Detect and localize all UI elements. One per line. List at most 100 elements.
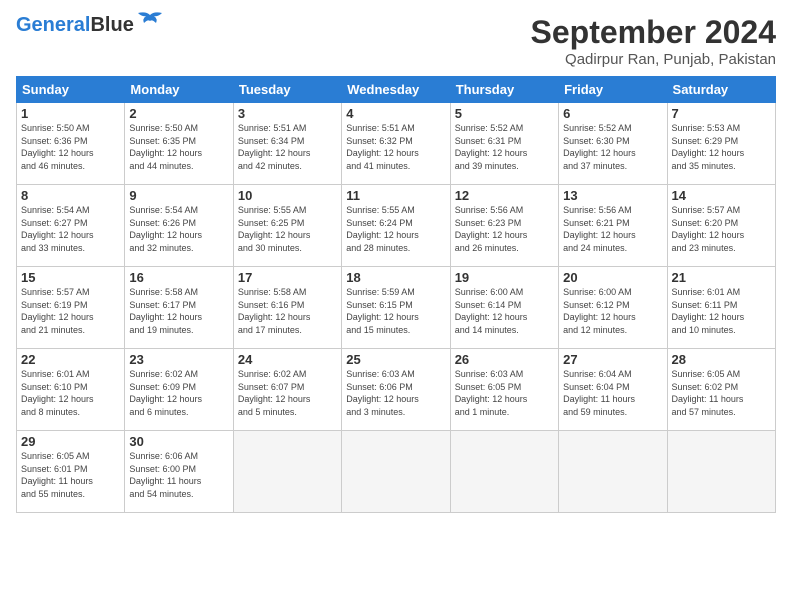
logo-text: GeneralBlue	[16, 14, 134, 37]
table-row: 14Sunrise: 5:57 AM Sunset: 6:20 PM Dayli…	[667, 185, 775, 267]
header-tuesday: Tuesday	[233, 77, 341, 103]
day-number: 16	[129, 270, 228, 285]
day-number: 21	[672, 270, 771, 285]
day-info: Sunrise: 6:01 AM Sunset: 6:11 PM Dayligh…	[672, 286, 771, 336]
table-row: 22Sunrise: 6:01 AM Sunset: 6:10 PM Dayli…	[17, 349, 125, 431]
day-number: 13	[563, 188, 662, 203]
table-row: 13Sunrise: 5:56 AM Sunset: 6:21 PM Dayli…	[559, 185, 667, 267]
day-number: 14	[672, 188, 771, 203]
day-number: 28	[672, 352, 771, 367]
calendar-week-row: 1Sunrise: 5:50 AM Sunset: 6:36 PM Daylig…	[17, 103, 776, 185]
table-row: 19Sunrise: 6:00 AM Sunset: 6:14 PM Dayli…	[450, 267, 558, 349]
table-row: 16Sunrise: 5:58 AM Sunset: 6:17 PM Dayli…	[125, 267, 233, 349]
day-number: 5	[455, 106, 554, 121]
day-info: Sunrise: 5:52 AM Sunset: 6:30 PM Dayligh…	[563, 122, 662, 172]
calendar: Sunday Monday Tuesday Wednesday Thursday…	[16, 76, 776, 513]
day-number: 30	[129, 434, 228, 449]
day-info: Sunrise: 6:05 AM Sunset: 6:02 PM Dayligh…	[672, 368, 771, 418]
header-saturday: Saturday	[667, 77, 775, 103]
day-info: Sunrise: 5:50 AM Sunset: 6:35 PM Dayligh…	[129, 122, 228, 172]
day-info: Sunrise: 5:59 AM Sunset: 6:15 PM Dayligh…	[346, 286, 445, 336]
logo: GeneralBlue	[16, 14, 164, 37]
day-number: 23	[129, 352, 228, 367]
table-row: 27Sunrise: 6:04 AM Sunset: 6:04 PM Dayli…	[559, 349, 667, 431]
day-info: Sunrise: 6:02 AM Sunset: 6:07 PM Dayligh…	[238, 368, 337, 418]
table-row: 4Sunrise: 5:51 AM Sunset: 6:32 PM Daylig…	[342, 103, 450, 185]
calendar-week-row: 22Sunrise: 6:01 AM Sunset: 6:10 PM Dayli…	[17, 349, 776, 431]
day-number: 25	[346, 352, 445, 367]
day-info: Sunrise: 6:04 AM Sunset: 6:04 PM Dayligh…	[563, 368, 662, 418]
table-row: 15Sunrise: 5:57 AM Sunset: 6:19 PM Dayli…	[17, 267, 125, 349]
table-row: 10Sunrise: 5:55 AM Sunset: 6:25 PM Dayli…	[233, 185, 341, 267]
day-number: 1	[21, 106, 120, 121]
calendar-week-row: 8Sunrise: 5:54 AM Sunset: 6:27 PM Daylig…	[17, 185, 776, 267]
day-info: Sunrise: 5:51 AM Sunset: 6:34 PM Dayligh…	[238, 122, 337, 172]
day-info: Sunrise: 5:57 AM Sunset: 6:19 PM Dayligh…	[21, 286, 120, 336]
title-block: September 2024 Qadirpur Ran, Punjab, Pak…	[531, 14, 776, 68]
day-info: Sunrise: 6:03 AM Sunset: 6:05 PM Dayligh…	[455, 368, 554, 418]
day-info: Sunrise: 6:00 AM Sunset: 6:14 PM Dayligh…	[455, 286, 554, 336]
table-row	[559, 431, 667, 513]
table-row: 24Sunrise: 6:02 AM Sunset: 6:07 PM Dayli…	[233, 349, 341, 431]
table-row	[667, 431, 775, 513]
day-number: 20	[563, 270, 662, 285]
table-row	[450, 431, 558, 513]
page: GeneralBlue September 2024 Qadirpur Ran,…	[0, 0, 792, 612]
header-thursday: Thursday	[450, 77, 558, 103]
day-number: 24	[238, 352, 337, 367]
main-title: September 2024	[531, 14, 776, 51]
header-sunday: Sunday	[17, 77, 125, 103]
day-number: 15	[21, 270, 120, 285]
day-number: 11	[346, 188, 445, 203]
table-row: 6Sunrise: 5:52 AM Sunset: 6:30 PM Daylig…	[559, 103, 667, 185]
day-info: Sunrise: 6:06 AM Sunset: 6:00 PM Dayligh…	[129, 450, 228, 500]
day-info: Sunrise: 6:01 AM Sunset: 6:10 PM Dayligh…	[21, 368, 120, 418]
day-number: 29	[21, 434, 120, 449]
day-number: 18	[346, 270, 445, 285]
day-number: 2	[129, 106, 228, 121]
table-row: 7Sunrise: 5:53 AM Sunset: 6:29 PM Daylig…	[667, 103, 775, 185]
subtitle: Qadirpur Ran, Punjab, Pakistan	[531, 51, 776, 68]
table-row	[342, 431, 450, 513]
table-row: 1Sunrise: 5:50 AM Sunset: 6:36 PM Daylig…	[17, 103, 125, 185]
day-info: Sunrise: 6:00 AM Sunset: 6:12 PM Dayligh…	[563, 286, 662, 336]
table-row: 3Sunrise: 5:51 AM Sunset: 6:34 PM Daylig…	[233, 103, 341, 185]
day-number: 26	[455, 352, 554, 367]
day-number: 9	[129, 188, 228, 203]
day-number: 6	[563, 106, 662, 121]
day-number: 27	[563, 352, 662, 367]
table-row	[233, 431, 341, 513]
table-row: 30Sunrise: 6:06 AM Sunset: 6:00 PM Dayli…	[125, 431, 233, 513]
day-info: Sunrise: 5:50 AM Sunset: 6:36 PM Dayligh…	[21, 122, 120, 172]
day-number: 10	[238, 188, 337, 203]
day-info: Sunrise: 5:55 AM Sunset: 6:24 PM Dayligh…	[346, 204, 445, 254]
header-friday: Friday	[559, 77, 667, 103]
calendar-week-row: 29Sunrise: 6:05 AM Sunset: 6:01 PM Dayli…	[17, 431, 776, 513]
day-info: Sunrise: 5:51 AM Sunset: 6:32 PM Dayligh…	[346, 122, 445, 172]
table-row: 12Sunrise: 5:56 AM Sunset: 6:23 PM Dayli…	[450, 185, 558, 267]
table-row: 18Sunrise: 5:59 AM Sunset: 6:15 PM Dayli…	[342, 267, 450, 349]
day-number: 17	[238, 270, 337, 285]
day-number: 22	[21, 352, 120, 367]
day-number: 4	[346, 106, 445, 121]
table-row: 17Sunrise: 5:58 AM Sunset: 6:16 PM Dayli…	[233, 267, 341, 349]
day-info: Sunrise: 6:03 AM Sunset: 6:06 PM Dayligh…	[346, 368, 445, 418]
table-row: 20Sunrise: 6:00 AM Sunset: 6:12 PM Dayli…	[559, 267, 667, 349]
day-info: Sunrise: 5:56 AM Sunset: 6:21 PM Dayligh…	[563, 204, 662, 254]
header-monday: Monday	[125, 77, 233, 103]
day-info: Sunrise: 6:02 AM Sunset: 6:09 PM Dayligh…	[129, 368, 228, 418]
day-info: Sunrise: 5:56 AM Sunset: 6:23 PM Dayligh…	[455, 204, 554, 254]
table-row: 11Sunrise: 5:55 AM Sunset: 6:24 PM Dayli…	[342, 185, 450, 267]
header-wednesday: Wednesday	[342, 77, 450, 103]
table-row: 23Sunrise: 6:02 AM Sunset: 6:09 PM Dayli…	[125, 349, 233, 431]
day-info: Sunrise: 5:55 AM Sunset: 6:25 PM Dayligh…	[238, 204, 337, 254]
table-row: 21Sunrise: 6:01 AM Sunset: 6:11 PM Dayli…	[667, 267, 775, 349]
day-info: Sunrise: 5:57 AM Sunset: 6:20 PM Dayligh…	[672, 204, 771, 254]
day-number: 12	[455, 188, 554, 203]
table-row: 29Sunrise: 6:05 AM Sunset: 6:01 PM Dayli…	[17, 431, 125, 513]
calendar-week-row: 15Sunrise: 5:57 AM Sunset: 6:19 PM Dayli…	[17, 267, 776, 349]
table-row: 2Sunrise: 5:50 AM Sunset: 6:35 PM Daylig…	[125, 103, 233, 185]
table-row: 28Sunrise: 6:05 AM Sunset: 6:02 PM Dayli…	[667, 349, 775, 431]
day-info: Sunrise: 5:58 AM Sunset: 6:16 PM Dayligh…	[238, 286, 337, 336]
day-number: 19	[455, 270, 554, 285]
